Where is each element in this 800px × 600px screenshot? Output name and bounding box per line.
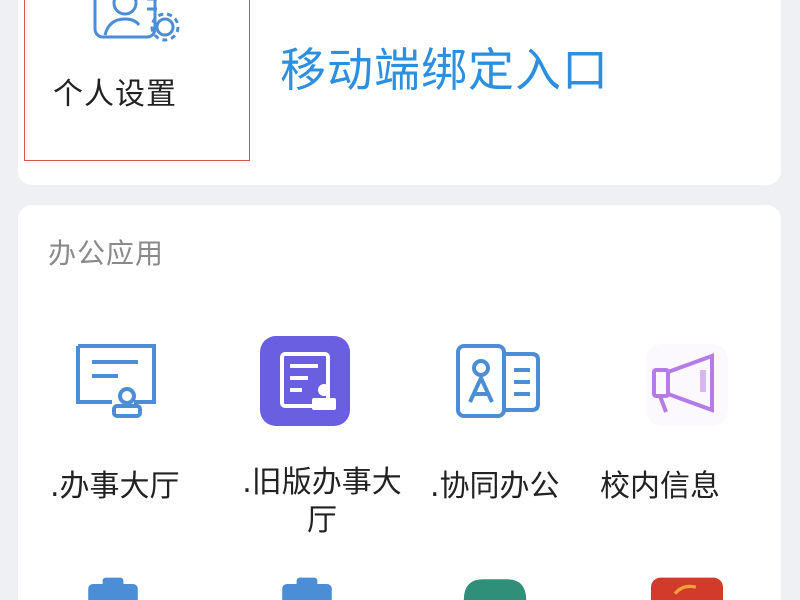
document-stamp-icon bbox=[76, 344, 156, 418]
document-form-icon bbox=[260, 336, 350, 426]
red-app-icon[interactable] bbox=[642, 576, 732, 600]
user-settings-icon bbox=[93, 0, 180, 42]
app-service-hall[interactable]: .办事大厅 bbox=[50, 340, 230, 504]
clipboard-icon[interactable] bbox=[78, 576, 148, 600]
clipboard-icon[interactable] bbox=[272, 576, 342, 600]
id-card-icon bbox=[456, 344, 540, 418]
app-old-service-hall[interactable]: .旧版办事大厅 bbox=[235, 336, 415, 538]
app-campus-info[interactable]: 校内信息 bbox=[600, 340, 780, 504]
app-label: .办事大厅 bbox=[50, 469, 180, 504]
screen-icon[interactable] bbox=[450, 576, 540, 600]
app-label: 校内信息 bbox=[600, 469, 720, 504]
personal-settings-label: 个人设置 bbox=[53, 77, 177, 112]
personal-settings-button[interactable]: 个人设置 bbox=[24, 0, 250, 161]
app-label: .协同办公 bbox=[430, 469, 560, 504]
app-label: .旧版办事大厅 bbox=[242, 465, 402, 538]
mobile-binding-link[interactable]: 移动端绑定入口 bbox=[280, 34, 609, 100]
section-title: 办公应用 bbox=[48, 237, 165, 270]
app-collaborative-office[interactable]: .协同办公 bbox=[430, 340, 610, 504]
megaphone-icon bbox=[646, 344, 728, 426]
